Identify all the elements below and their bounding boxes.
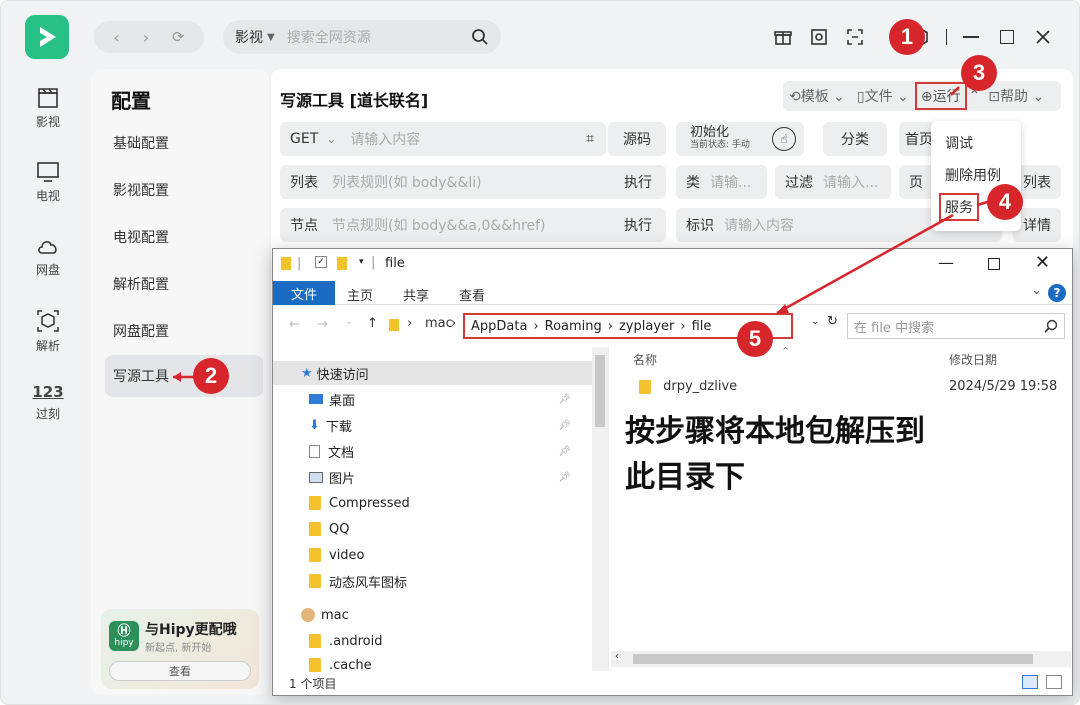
step-badge-2: 2 — [193, 358, 229, 394]
arrow-step4-to-path — [776, 213, 954, 315]
annotation-arrows — [173, 86, 992, 382]
step-badge-4: 4 — [987, 184, 1023, 220]
arrowhead-step2 — [173, 372, 181, 382]
step-badge-1: 1 — [889, 19, 925, 55]
step-badge-5: 5 — [737, 321, 773, 357]
arrow-step3 — [950, 86, 960, 96]
app-window: 影视 电视 网盘 解析 123 过刻 ‹ › ⟳ 影视 ▼ 搜索全网资源 配置 … — [0, 0, 1080, 705]
step-badge-3: 3 — [961, 55, 997, 91]
